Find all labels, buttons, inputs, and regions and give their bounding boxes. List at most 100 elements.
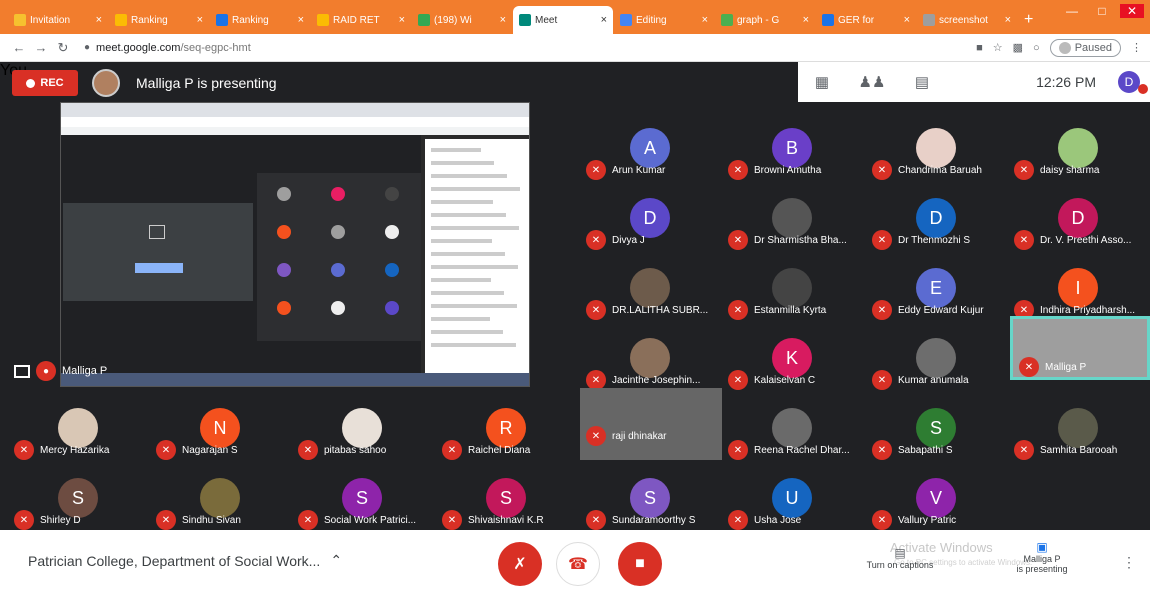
mic-muted-icon: ✕	[872, 300, 892, 320]
camera-off-icon: ■	[635, 555, 645, 572]
rec-label: REC	[40, 77, 64, 89]
participant-tile[interactable]: ✕ Dr Sharmistha Bha...	[722, 192, 862, 262]
tab-label: GER for	[838, 14, 875, 26]
maximize-icon[interactable]: □	[1090, 4, 1114, 18]
mic-muted-icon: ✕	[156, 440, 176, 460]
participant-tile[interactable]: S ✕ Sabapathi S	[866, 402, 1006, 472]
participant-tile[interactable]: ✕ pitabas sahoo	[292, 402, 432, 472]
minimize-icon[interactable]: —	[1060, 4, 1084, 18]
mic-muted-icon: ✕	[728, 160, 748, 180]
tab-close-icon[interactable]: ×	[702, 14, 708, 26]
participant-tile[interactable]: D ✕ Divya J	[580, 192, 720, 262]
participant-name-row: ✕ pitabas sahoo	[298, 440, 434, 460]
hang-up-icon: ☎	[568, 556, 588, 573]
recording-badge: REC	[12, 70, 78, 96]
shared-taskbar	[61, 373, 529, 386]
browser-tab[interactable]: Ranking ×	[109, 6, 209, 34]
meeting-details-icon[interactable]: ▦	[808, 73, 836, 91]
window-controls: — □ ✕	[1060, 4, 1144, 18]
participant-tile[interactable]: ✕ Chandrima Baruah	[866, 122, 1006, 192]
tab-label: graph - G	[737, 14, 780, 26]
url-path: /seq-egpc-hmt	[180, 41, 251, 54]
shared-participant-dot	[277, 187, 291, 201]
participant-tile[interactable]: ✕ Kumar anumala	[866, 332, 1006, 402]
leave-call-button[interactable]: ☎	[556, 542, 600, 586]
url-field[interactable]: meet.google.com/seq-egpc-hmt	[96, 42, 976, 54]
profile-paused-button[interactable]: Paused	[1049, 38, 1121, 57]
browser-menu-icon[interactable]: ⋮	[1131, 41, 1142, 54]
shared-participant-dot	[385, 301, 399, 315]
captions-button[interactable]: ▤ Turn on captions	[860, 546, 940, 570]
participant-tile[interactable]: K ✕ Kalaiselvan C	[722, 332, 862, 402]
browser-tab[interactable]: Meet ×	[513, 6, 613, 34]
reload-icon[interactable]: ↻	[52, 40, 74, 56]
extensions-icon[interactable]: ▩	[1013, 41, 1023, 54]
mic-muted-icon: ✕	[728, 510, 748, 530]
meeting-details-button[interactable]: Patrician College, Department of Social …	[28, 552, 342, 569]
browser-tab[interactable]: (198) Wi ×	[412, 6, 512, 34]
shared-panel-line	[431, 200, 493, 204]
participant-name-row: ✕ Sindhu Sivan	[156, 510, 292, 530]
browser-tab[interactable]: graph - G ×	[715, 6, 815, 34]
browser-tab[interactable]: GER for ×	[816, 6, 916, 34]
participant-tile[interactable]: N ✕ Nagarajan S	[150, 402, 290, 472]
participant-tile[interactable]: D ✕ Dr. V. Preethi Asso...	[1008, 192, 1148, 262]
browser-tab[interactable]: Ranking ×	[210, 6, 310, 34]
presenting-button[interactable]: ▣ Malliga P is presenting	[1004, 540, 1080, 574]
mic-muted-icon: ✕	[1014, 230, 1034, 250]
participant-tile[interactable]: E ✕ Eddy Edward Kujur	[866, 262, 1006, 332]
tab-close-icon[interactable]: ×	[298, 14, 304, 26]
star-icon[interactable]: ☆	[993, 41, 1003, 54]
participant-name: Usha Jose	[754, 514, 802, 526]
tab-favicon-icon	[519, 14, 531, 26]
participant-name: Dr Thenmozhi S	[898, 234, 971, 246]
participant-tile[interactable]: R ✕ Raichel Diana	[436, 402, 576, 472]
camera-off-button[interactable]: ■	[618, 542, 662, 586]
shared-participant-dot	[331, 225, 345, 239]
tab-close-icon[interactable]: ×	[601, 14, 607, 26]
participant-tile[interactable]: ✕ Reena Rachel Dhar...	[722, 402, 862, 472]
participant-tile[interactable]: ✕ Samhita Barooah	[1008, 402, 1148, 472]
browser-tab[interactable]: screenshot ×	[917, 6, 1017, 34]
mic-off-button[interactable]: ✗	[498, 542, 542, 586]
browser-tab[interactable]: Editing ×	[614, 6, 714, 34]
chat-icon[interactable]: ▤	[908, 73, 936, 91]
participant-tile[interactable]: ✕ daisy sharma	[1008, 122, 1148, 192]
participant-tile[interactable]: A ✕ Arun Kumar	[580, 122, 720, 192]
tab-close-icon[interactable]: ×	[1005, 14, 1011, 26]
lock-icon[interactable]: ●	[84, 42, 90, 53]
tab-close-icon[interactable]: ×	[399, 14, 405, 26]
more-options-icon[interactable]: ⋮	[1122, 554, 1136, 571]
mic-muted-icon: ✕	[586, 370, 606, 390]
tab-close-icon[interactable]: ×	[96, 14, 102, 26]
participant-tile[interactable]: D ✕ Dr Thenmozhi S	[866, 192, 1006, 262]
tab-close-icon[interactable]: ×	[500, 14, 506, 26]
user-avatar[interactable]: D	[1118, 71, 1140, 93]
participant-tile[interactable]: B ✕ Browni Amutha	[722, 122, 862, 192]
tab-close-icon[interactable]: ×	[803, 14, 809, 26]
participant-tile[interactable]: ✕ Mercy Hazarika	[8, 402, 148, 472]
camera-icon[interactable]: ■	[976, 42, 983, 54]
shared-participant-dot	[331, 187, 345, 201]
participant-tile[interactable]: ✕ Estanmilla Kyrta	[722, 262, 862, 332]
participant-tile[interactable]: ✕ Malliga P	[1010, 316, 1150, 380]
browser-tab[interactable]: Invitation ×	[8, 6, 108, 34]
tab-close-icon[interactable]: ×	[904, 14, 910, 26]
presenter-tile-label: ● Malliga P	[14, 361, 107, 381]
close-window-icon[interactable]: ✕	[1120, 4, 1144, 18]
record-dot-icon	[26, 78, 36, 88]
forward-arrow-icon[interactable]: →	[30, 40, 52, 55]
tab-favicon-icon	[822, 14, 834, 26]
shared-panel-line	[431, 161, 494, 165]
people-icon[interactable]: ♟♟	[858, 73, 886, 91]
tab-close-icon[interactable]: ×	[197, 14, 203, 26]
browser-tab[interactable]: RAID RET ×	[311, 6, 411, 34]
new-tab-icon[interactable]: +	[1024, 6, 1033, 34]
mic-muted-icon: ✕	[586, 300, 606, 320]
participant-tile[interactable]: ✕ raji dhinakar	[580, 388, 722, 460]
participant-name: Samhita Barooah	[1040, 444, 1118, 456]
meet-stage: REC Malliga P is presenting ▦ ♟♟ ▤ 12:26…	[0, 62, 1150, 530]
record-icon[interactable]: ○	[1033, 42, 1040, 54]
back-arrow-icon[interactable]: ←	[8, 40, 30, 55]
participant-tile[interactable]: ✕ DR.LALITHA SUBR...	[580, 262, 720, 332]
